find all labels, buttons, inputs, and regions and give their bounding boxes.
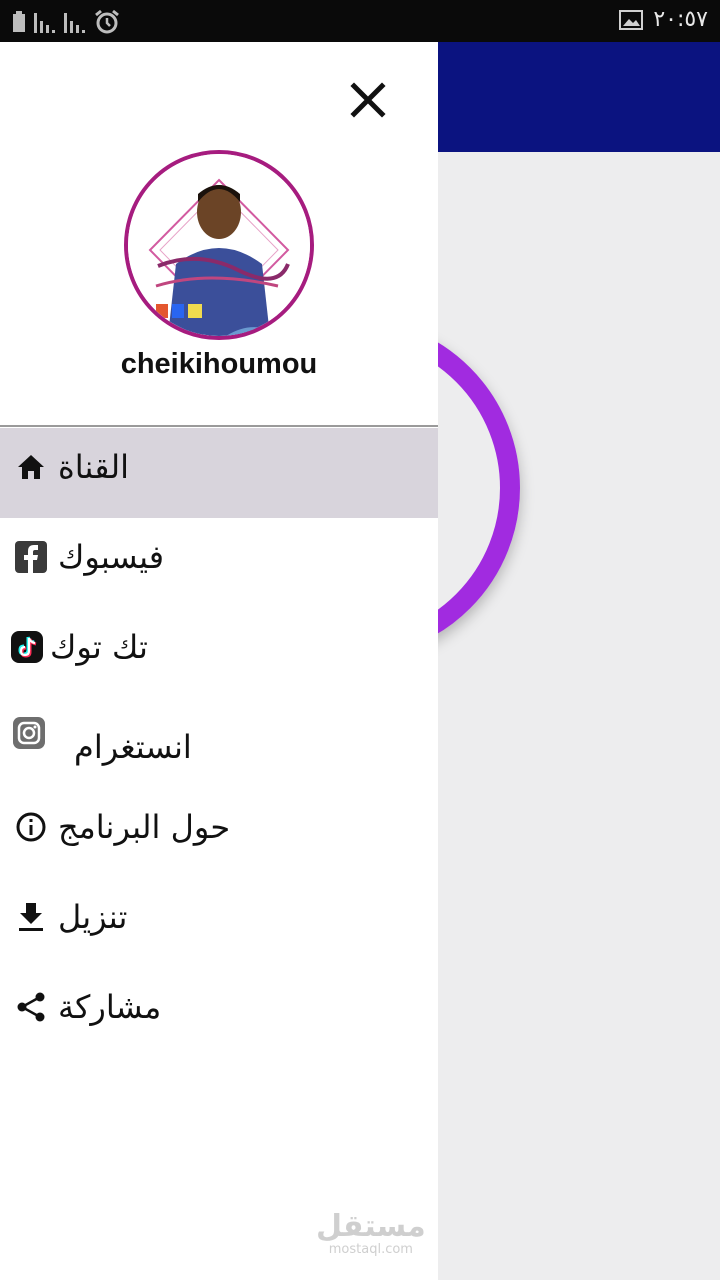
menu-item-share[interactable]: مشاركة [0,968,438,1058]
alarm-icon [95,9,119,34]
home-icon [18,455,44,479]
watermark-arabic: مستقل [316,1209,426,1244]
menu-item-instagram[interactable]: انستغرام [0,698,438,788]
avatar-image [128,154,310,336]
download-icon [19,903,43,931]
status-time: ٢٠:٥٧ [653,7,708,32]
menu-item-download[interactable]: تنزيل [0,878,438,968]
tiktok-icon [11,631,43,663]
menu-item-label: تك توك [50,628,148,666]
watermark: مستقل mostaql.com [316,1209,426,1258]
watermark-latin: mostaql.com [328,1242,413,1257]
navigation-drawer: cheikihoumou القناة فيسبوك تك توك انستغر… [0,42,438,1280]
status-icons-right: ٢٠:٥٧ [619,7,708,32]
info-icon [16,812,46,842]
close-icon[interactable] [344,76,392,124]
menu-item-label: فيسبوك [58,538,165,576]
drawer-menu: القناة فيسبوك تك توك انستغرام حول البرنا… [0,428,438,1058]
menu-item-tiktok[interactable]: تك توك [0,608,438,698]
facebook-icon [15,541,47,573]
username: cheikihoumou [120,348,318,380]
menu-item-about[interactable]: حول البرنامج [0,788,438,878]
instagram-icon [13,717,45,749]
menu-item-facebook[interactable]: فيسبوك [0,518,438,608]
avatar [124,150,314,340]
app-bar [438,42,720,152]
image-icon [619,9,644,30]
menu-item-label: القناة [58,448,129,486]
signal-icon-2 [64,13,85,33]
status-bar: ٢٠:٥٧ [0,0,720,42]
menu-item-label: انستغرام [74,728,192,766]
menu-item-channel[interactable]: القناة [0,428,438,518]
status-icons-left [12,9,120,35]
divider [0,425,438,427]
menu-item-label: مشاركة [58,988,162,1026]
signal-icon [34,13,55,33]
menu-item-label: تنزيل [58,898,128,936]
share-icon [17,992,45,1022]
menu-item-label: حول البرنامج [58,808,231,846]
battery-icon [13,11,25,32]
